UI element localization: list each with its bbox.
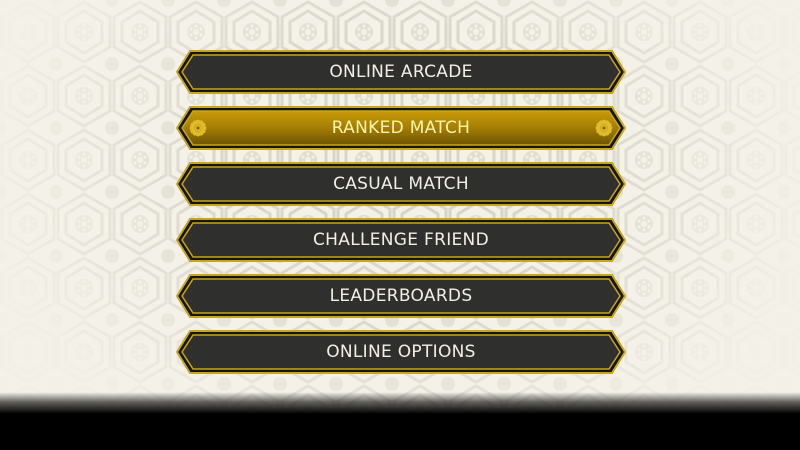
chrysanthemum-crest-icon — [189, 119, 207, 137]
online-arcade-button[interactable]: ONLINE ARCADE — [176, 50, 626, 94]
leaderboards-button[interactable]: LEADERBOARDS — [176, 274, 626, 318]
casual-match-button[interactable]: CASUAL MATCH — [176, 162, 626, 206]
menu-button-label: CASUAL MATCH — [333, 174, 469, 194]
menu-button-label: ONLINE ARCADE — [329, 62, 473, 82]
chrysanthemum-crest-icon — [595, 119, 613, 137]
menu-button-label: ONLINE OPTIONS — [326, 342, 476, 362]
menu-button-label: CHALLENGE FRIEND — [313, 230, 489, 250]
online-options-button[interactable]: ONLINE OPTIONS — [176, 330, 626, 374]
menu-button-label: RANKED MATCH — [331, 118, 471, 138]
menu-button-label: LEADERBOARDS — [329, 286, 473, 306]
bottom-shadow — [0, 392, 800, 450]
ranked-match-button[interactable]: RANKED MATCH — [176, 106, 626, 150]
challenge-friend-button[interactable]: CHALLENGE FRIEND — [176, 218, 626, 262]
